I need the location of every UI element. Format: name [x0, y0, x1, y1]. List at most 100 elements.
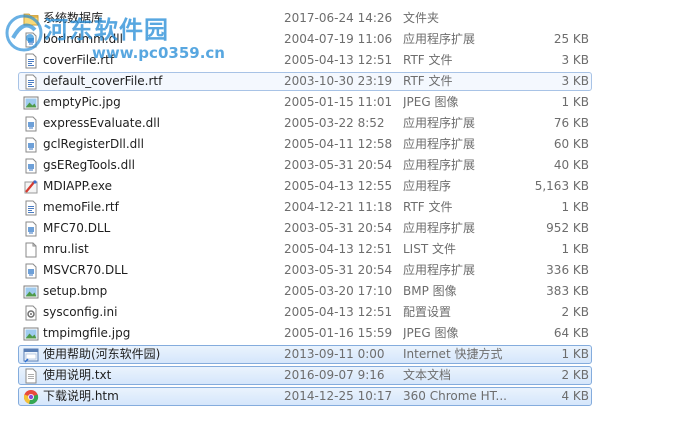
file-date: 2005-04-13 12:51 [284, 305, 393, 319]
file-date: 2013-09-11 0:00 [284, 347, 385, 361]
file-type: RTF 文件 [403, 53, 453, 67]
dll-icon [23, 158, 39, 174]
file-name: MSVCR70.DLL [43, 263, 128, 277]
file-size: 5,163 KB [534, 179, 589, 193]
file-size: 3 KB [561, 74, 589, 88]
dll-icon [23, 263, 39, 279]
file-name: 使用说明.txt [43, 368, 112, 382]
file-row[interactable]: 使用说明.txt 2016-09-07 9:16 文本文档 2 KB [0, 365, 685, 386]
dll-icon [23, 137, 39, 153]
file-date: 2004-07-19 11:06 [284, 32, 393, 46]
file-row[interactable]: MFC70.DLL 2003-05-31 20:54 应用程序扩展 952 KB [0, 218, 685, 239]
file-row[interactable]: memoFile.rtf 2004-12-21 11:18 RTF 文件 1 KB [0, 197, 685, 218]
file-type: 文件夹 [403, 11, 440, 25]
file-row[interactable]: MSVCR70.DLL 2003-05-31 20:54 应用程序扩展 336 KB [0, 260, 685, 281]
file-row[interactable]: gsERegTools.dll 2003-05-31 20:54 应用程序扩展 40 … [0, 155, 685, 176]
file-name: emptyPic.jpg [43, 95, 121, 109]
file-row[interactable]: sysconfig.ini 2005-04-13 12:51 配置设置 2 KB [0, 302, 685, 323]
file-row[interactable]: 下载说明.htm 2014-12-25 10:17 360 Chrome HT...… [0, 386, 685, 407]
file-size: 3 KB [561, 53, 589, 67]
file-date: 2003-10-30 23:19 [284, 74, 393, 88]
file-name: sysconfig.ini [43, 305, 118, 319]
dll-icon [23, 221, 39, 237]
file-size: 2 KB [561, 368, 589, 382]
file-size: 383 KB [546, 284, 589, 298]
file-size: 1 KB [561, 200, 589, 214]
file-type: RTF 文件 [403, 200, 453, 214]
rtf-icon [23, 200, 39, 216]
file-row[interactable]: expressEvaluate.dll 2005-03-22 8:52 应用程序扩展… [0, 113, 685, 134]
file-size: 64 KB [553, 326, 589, 340]
file-type: 应用程序扩展 [403, 221, 476, 235]
ini-icon [23, 305, 39, 321]
file-row[interactable]: mru.list 2005-04-13 12:51 LIST 文件 1 KB [0, 239, 685, 260]
file-row[interactable]: borlndmm.dll 2004-07-19 11:06 应用程序扩展 25 KB [0, 29, 685, 50]
file-size: 40 KB [553, 158, 589, 172]
file-name: gclRegisterDll.dll [43, 137, 144, 151]
file-name: default_coverFile.rtf [43, 74, 163, 88]
file-name: MFC70.DLL [43, 221, 111, 235]
image-icon [23, 95, 39, 111]
file-row[interactable]: 使用帮助(河东软件园) 2013-09-11 0:00 Internet 快捷方式 1… [0, 344, 685, 365]
rtf-icon [23, 53, 39, 69]
file-name: borlndmm.dll [43, 32, 123, 46]
file-size: 4 KB [561, 389, 589, 403]
file-size: 952 KB [546, 221, 589, 235]
dll-icon [23, 32, 39, 48]
file-type: BMP 图像 [403, 284, 457, 298]
file-date: 2003-05-31 20:54 [284, 221, 393, 235]
file-date: 2005-04-11 12:58 [284, 137, 393, 151]
file-date: 2003-05-31 20:54 [284, 263, 393, 277]
file-type: 应用程序扩展 [403, 137, 476, 151]
file-name: coverFile.rtf [43, 53, 115, 67]
file-row[interactable]: 系统数据库 2017-06-24 14:26 文件夹 [0, 8, 685, 29]
file-date: 2004-12-21 11:18 [284, 200, 393, 214]
file-type: JPEG 图像 [403, 326, 459, 340]
file-date: 2017-06-24 14:26 [284, 11, 393, 25]
file-type: Internet 快捷方式 [403, 347, 503, 361]
file-row[interactable]: emptyPic.jpg 2005-01-15 11:01 JPEG 图像 1 KB [0, 92, 685, 113]
file-row[interactable]: gclRegisterDll.dll 2005-04-11 12:58 应用程序扩展… [0, 134, 685, 155]
file-size: 60 KB [553, 137, 589, 151]
file-name: mru.list [43, 242, 89, 256]
file-date: 2005-04-13 12:51 [284, 242, 393, 256]
file-type: 配置设置 [403, 305, 452, 319]
file-size: 76 KB [553, 116, 589, 130]
file-date: 2005-01-15 11:01 [284, 95, 393, 109]
file-name: 使用帮助(河东软件园) [43, 347, 161, 361]
file-date: 2005-01-16 15:59 [284, 326, 393, 340]
file-date: 2005-03-20 17:10 [284, 284, 393, 298]
file-type: 应用程序扩展 [403, 158, 476, 172]
file-date: 2005-03-22 8:52 [284, 116, 385, 130]
file-date: 2003-05-31 20:54 [284, 158, 393, 172]
exe-icon [23, 179, 39, 195]
file-size: 25 KB [553, 32, 589, 46]
file-size: 2 KB [561, 305, 589, 319]
file-date: 2014-12-25 10:17 [284, 389, 393, 403]
file-name: MDIAPP.exe [43, 179, 113, 193]
file-date: 2016-09-07 9:16 [284, 368, 385, 382]
image-icon [23, 326, 39, 342]
file-type: 应用程序扩展 [403, 32, 476, 46]
file-name: setup.bmp [43, 284, 108, 298]
file-row[interactable]: tmpimgfile.jpg 2005-01-16 15:59 JPEG 图像 64 … [0, 323, 685, 344]
file-row[interactable]: coverFile.rtf 2005-04-13 12:51 RTF 文件 3 KB [0, 50, 685, 71]
file-type: LIST 文件 [403, 242, 456, 256]
file-type: 应用程序扩展 [403, 116, 476, 130]
text-file-icon [23, 368, 39, 384]
file-name: tmpimgfile.jpg [43, 326, 131, 340]
file-list: 系统数据库 2017-06-24 14:26 文件夹 borlndmm.dll 2004… [0, 8, 685, 407]
file-row[interactable]: MDIAPP.exe 2005-04-13 12:55 应用程序 5,163 KB [0, 176, 685, 197]
file-size: 1 KB [561, 242, 589, 256]
file-name: 系统数据库 [43, 11, 104, 25]
file-type: 360 Chrome HT... [403, 389, 507, 403]
rtf-icon [23, 74, 39, 90]
image-icon [23, 284, 39, 300]
file-name: expressEvaluate.dll [43, 116, 160, 130]
internet-shortcut-icon [23, 347, 39, 363]
file-row[interactable]: default_coverFile.rtf 2003-10-30 23:19 RTF… [0, 71, 685, 92]
file-type: RTF 文件 [403, 74, 453, 88]
file-row[interactable]: setup.bmp 2005-03-20 17:10 BMP 图像 383 KB [0, 281, 685, 302]
file-name: 下载说明.htm [43, 389, 119, 403]
file-size: 336 KB [546, 263, 589, 277]
